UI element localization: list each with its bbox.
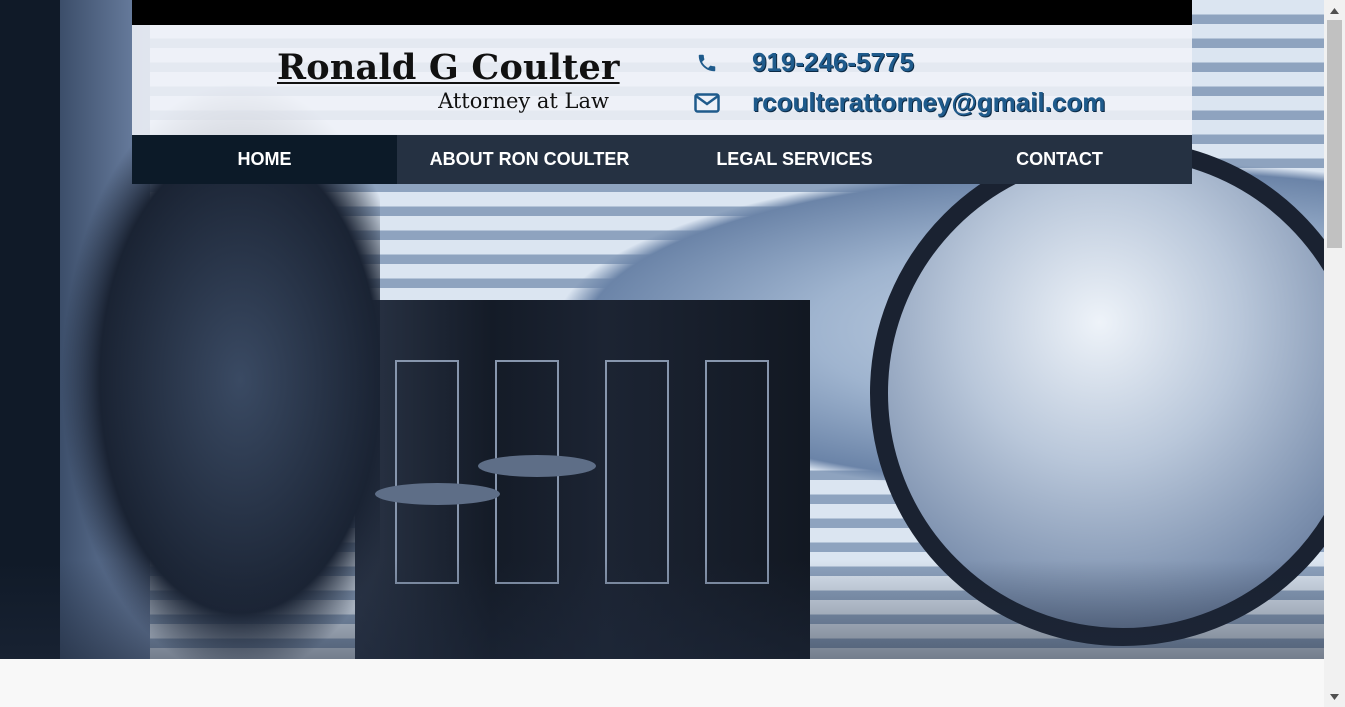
phone-icon: [692, 50, 722, 76]
window-sill: [0, 560, 1324, 659]
scale-pan: [375, 483, 500, 505]
nav-item-legal-services[interactable]: LEGAL SERVICES: [662, 135, 927, 184]
envelope-icon: [692, 90, 722, 116]
book-spine: [605, 360, 669, 584]
scroll-up-arrow-icon[interactable]: [1324, 2, 1345, 19]
nav-item-contact[interactable]: CONTACT: [927, 135, 1192, 184]
vertical-scrollbar[interactable]: [1324, 0, 1345, 707]
email-contact[interactable]: rcoulterattorney@gmail.com: [692, 87, 1105, 118]
nav-item-about[interactable]: ABOUT RON COULTER: [397, 135, 662, 184]
book-spine: [395, 360, 459, 584]
site-header: Ronald G Coulter Attorney at Law 919-246…: [132, 25, 1192, 135]
book-spine: [705, 360, 769, 584]
scale-pan: [478, 455, 596, 477]
main-navigation: HOME ABOUT RON COULTER LEGAL SERVICES CO…: [132, 135, 1192, 184]
phone-contact[interactable]: 919-246-5775: [692, 47, 914, 78]
nav-item-home[interactable]: HOME: [132, 135, 397, 184]
scroll-down-arrow-icon[interactable]: [1324, 688, 1345, 705]
email-address[interactable]: rcoulterattorney@gmail.com: [752, 87, 1105, 118]
phone-number[interactable]: 919-246-5775: [752, 47, 914, 78]
top-bar: [132, 0, 1192, 25]
scroll-thumb[interactable]: [1327, 20, 1342, 248]
brand-name[interactable]: Ronald G Coulter: [277, 47, 619, 88]
brand-tagline: Attorney at Law: [438, 89, 609, 113]
